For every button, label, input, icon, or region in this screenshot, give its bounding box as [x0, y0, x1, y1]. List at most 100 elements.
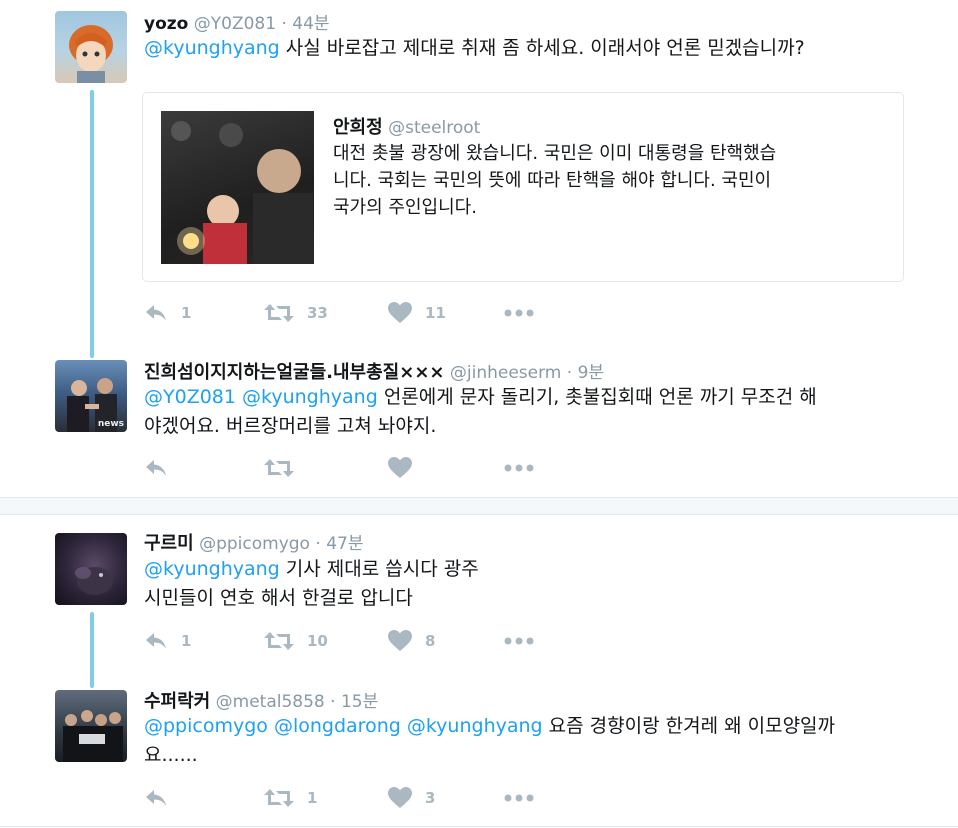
author-name[interactable]: 수퍼락커 [144, 691, 210, 712]
thread-connector [90, 90, 94, 358]
reply-button[interactable]: 1 [144, 300, 191, 326]
mention-link[interactable]: @kyunghyang [407, 715, 543, 737]
tweet-text: @Y0Z081 @kyunghyang 언론에게 문자 돌리기, 촛불집회때 언… [144, 383, 817, 441]
more-icon [504, 794, 534, 802]
author-handle[interactable]: @ppicomygo [199, 534, 310, 554]
like-count: 8 [425, 632, 436, 650]
conversation-divider [0, 497, 958, 515]
tweet-body: 요...... [144, 744, 198, 766]
like-count: 11 [425, 304, 446, 322]
tweet-yozo: yozo @Y0Z081 · 44분 @kyunghyang 사실 바로잡고 제… [0, 0, 958, 345]
mention-link[interactable]: @ppicomygo [144, 715, 268, 737]
quoted-tweet-photo [161, 111, 314, 264]
quoted-text-line: 국가의 주인입니다. [333, 197, 477, 218]
separator-dot: · [309, 534, 327, 554]
retweet-button[interactable] [264, 455, 294, 481]
mention-link[interactable]: @kyunghyang [242, 386, 378, 408]
retweet-count: 1 [307, 789, 318, 807]
mention-link[interactable]: @kyunghyang [144, 37, 280, 59]
tweet-time[interactable]: 15분 [341, 692, 378, 712]
tweet-text: @kyunghyang 사실 바로잡고 제대로 취재 좀 하세요. 이래서야 언… [144, 34, 805, 63]
tweet-actions: 1 33 11 [144, 300, 564, 326]
separator-dot: · [561, 363, 578, 383]
more-icon [504, 309, 534, 317]
tweet-metal5858: 수퍼락커 @metal5858 · 15분 @ppicomygo @longda… [0, 675, 958, 825]
like-icon [388, 302, 412, 323]
quoted-text-line: 니다. 국회는 국민의 뜻에 따라 탄핵을 해야 합니다. 국민이 [333, 170, 772, 191]
tweet-body: 사실 바로잡고 제대로 취재 좀 하세요. 이래서야 언론 믿겠습니까? [279, 37, 805, 59]
reply-button[interactable] [144, 455, 168, 481]
author-name[interactable]: yozo [144, 14, 188, 34]
quoted-author-name: 안희정 [333, 117, 383, 138]
avatar[interactable] [55, 11, 127, 83]
author-handle[interactable]: @jinheeserm [450, 363, 561, 383]
retweet-icon [264, 304, 294, 322]
retweet-button[interactable]: 33 [264, 300, 328, 326]
avatar-image [63, 710, 123, 762]
avatar[interactable] [55, 533, 127, 605]
retweet-button[interactable]: 1 [264, 785, 317, 811]
author-name[interactable]: 진희섬이지지하는얼굴들.내부총질××× [144, 362, 444, 383]
tweet-actions: 1 3 [144, 785, 564, 811]
mention-link[interactable]: @kyunghyang [144, 558, 280, 580]
quoted-author-handle: @steelroot [388, 118, 481, 138]
like-button[interactable]: 8 [388, 628, 435, 654]
retweet-count: 10 [307, 632, 328, 650]
avatar-image [69, 25, 113, 83]
retweet-icon [264, 789, 294, 807]
tweet-ppicomygo: 구르미 @ppicomygo · 47분 @kyunghyang 기사 제대로 … [0, 515, 958, 665]
mention-link[interactable]: @longdarong [274, 715, 401, 737]
retweet-icon [264, 459, 294, 477]
retweet-button[interactable]: 10 [264, 628, 328, 654]
more-icon [504, 637, 534, 645]
quoted-text-line: 대전 촛불 광장에 왔습니다. 국민은 이미 대통령을 탄핵했습 [333, 143, 777, 164]
tweet-body: 언론에게 문자 돌리기, 촛불집회때 언론 까기 무조건 해 [377, 386, 817, 408]
separator-dot: · [276, 14, 293, 34]
like-icon [388, 630, 412, 651]
more-button[interactable] [504, 628, 534, 654]
like-button[interactable] [388, 455, 412, 481]
avatar-label: news [97, 419, 124, 429]
reply-count: 1 [181, 304, 192, 322]
reply-icon [146, 305, 166, 321]
tweet-body: 시민들이 연호 해서 한걸로 압니다 [144, 587, 413, 609]
author-handle[interactable]: @metal5858 [216, 692, 325, 712]
quoted-tweet[interactable]: 안희정 @steelroot 대전 촛불 광장에 왔습니다. 국민은 이미 대통… [142, 92, 904, 282]
more-button[interactable] [504, 455, 534, 481]
tweet-time[interactable]: 9분 [578, 363, 604, 383]
author-name[interactable]: 구르미 [144, 533, 194, 554]
like-button[interactable]: 11 [388, 300, 446, 326]
avatar[interactable] [55, 690, 127, 762]
reply-count: 1 [181, 632, 192, 650]
author-handle[interactable]: @Y0Z081 [194, 14, 276, 34]
reply-icon [146, 633, 166, 649]
reply-icon [146, 460, 166, 476]
tweet-actions: 1 10 8 [144, 628, 564, 654]
tweet-body: 기사 제대로 씁시다 광주 [279, 558, 479, 580]
like-button[interactable]: 3 [388, 785, 435, 811]
quoted-tweet-text: 대전 촛불 광장에 왔습니다. 국민은 이미 대통령을 탄핵했습 니다. 국회는… [333, 140, 776, 221]
reply-icon [146, 790, 166, 806]
like-icon [388, 457, 412, 478]
mention-link[interactable]: @Y0Z081 [144, 386, 236, 408]
retweet-count: 33 [307, 304, 328, 322]
like-icon [388, 787, 412, 808]
tweet-time[interactable]: 47분 [326, 534, 363, 554]
separator-dot: · [324, 692, 341, 712]
tweet-body: 요즘 경향이랑 한겨레 왜 이모양일까 [542, 715, 836, 737]
tweet-time[interactable]: 44분 [292, 14, 329, 34]
avatar[interactable]: news [55, 360, 127, 432]
reply-button[interactable]: 1 [144, 628, 191, 654]
reply-button[interactable] [144, 785, 168, 811]
tweet-text: @kyunghyang 기사 제대로 씁시다 광주 시민들이 연호 해서 한걸로… [144, 555, 479, 613]
avatar-image [75, 567, 113, 595]
tweet-actions [144, 455, 564, 481]
tweet-jinheeserm: news 진희섬이지지하는얼굴들.내부총질××× @jinheeserm · 9… [0, 350, 958, 490]
bottom-divider [0, 826, 958, 827]
tweet-text: @ppicomygo @longdarong @kyunghyang 요즘 경향… [144, 712, 835, 770]
more-button[interactable] [504, 785, 534, 811]
retweet-icon [264, 632, 294, 650]
more-button[interactable] [504, 300, 534, 326]
like-count: 3 [425, 789, 436, 807]
more-icon [504, 464, 534, 472]
